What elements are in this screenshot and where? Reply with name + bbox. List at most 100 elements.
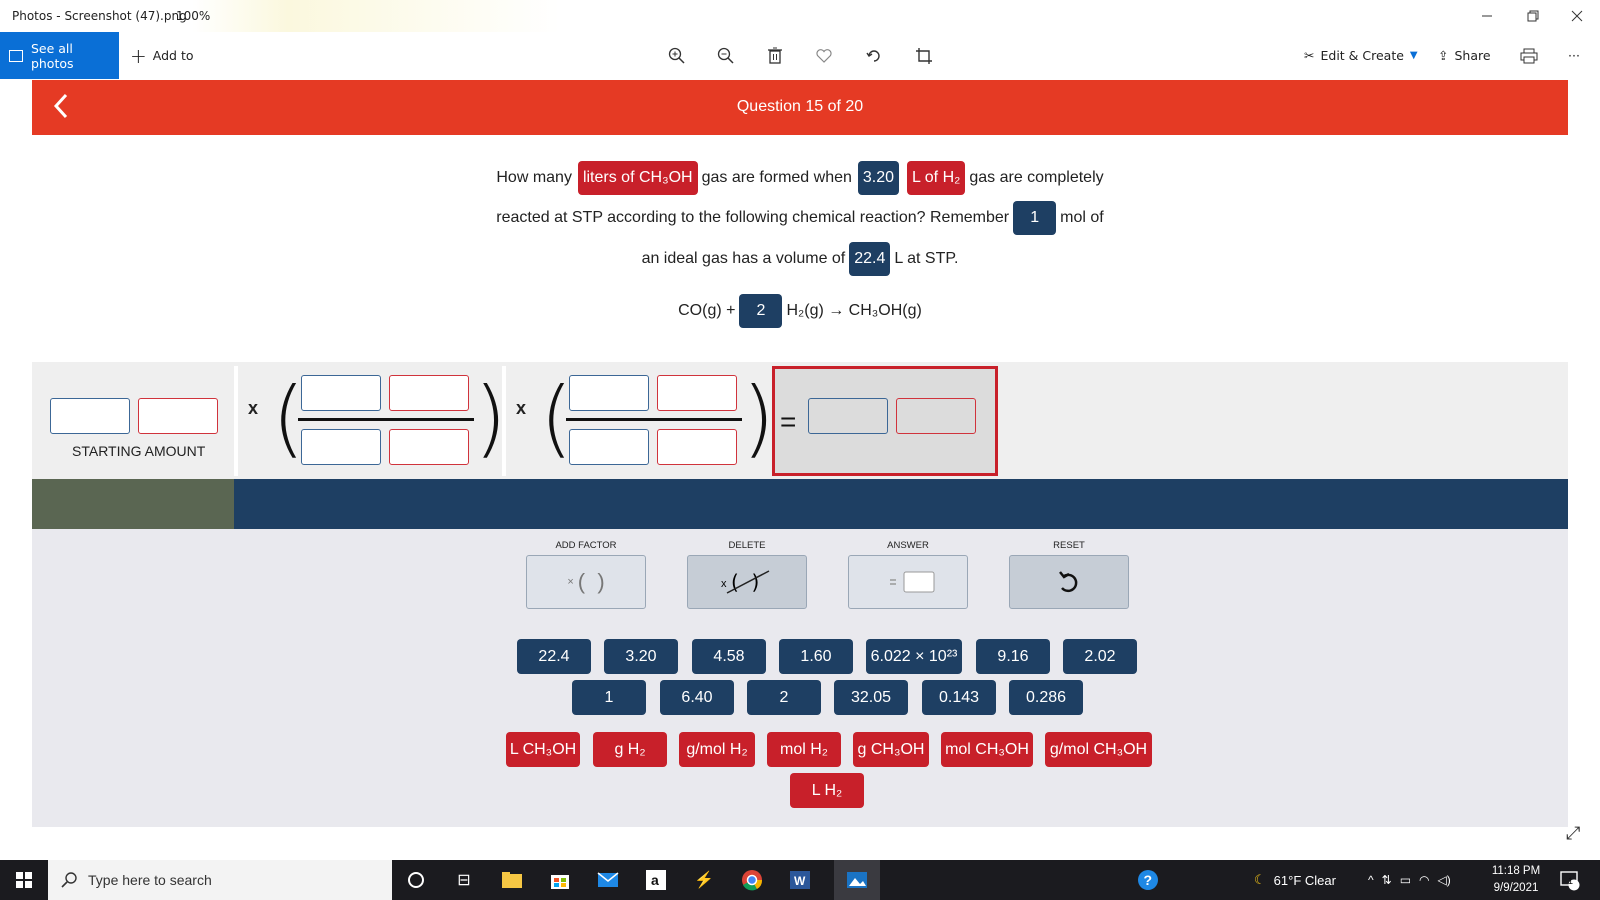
weather-text: 61°F Clear xyxy=(1273,872,1336,888)
number-tile[interactable]: 2.02 xyxy=(1063,639,1137,674)
factor2-denominator-value[interactable] xyxy=(569,429,649,465)
unit-tile[interactable]: L CH₃OH xyxy=(506,732,580,767)
number-tile[interactable]: 1.60 xyxy=(779,639,853,674)
svg-text:W: W xyxy=(794,874,806,888)
number-tile[interactable]: 32.05 xyxy=(834,680,908,715)
clock-date: 9/9/2021 xyxy=(1493,882,1539,894)
zoom-in-button[interactable] xyxy=(665,44,689,68)
answer-unit-input[interactable] xyxy=(896,398,976,434)
unit-tile[interactable]: g CH₃OH xyxy=(853,732,929,767)
weather-widget[interactable]: ☾ 61°F Clear xyxy=(1254,860,1336,900)
factor2-numerator-unit[interactable] xyxy=(657,375,737,411)
see-all-photos-button[interactable]: See all photos xyxy=(0,32,119,79)
reaction-equation: CO(g) + 2 H₂(g) → CH₃OH(g) xyxy=(0,294,1600,328)
divider xyxy=(234,366,238,476)
divider xyxy=(502,366,506,476)
close-icon xyxy=(1571,10,1583,22)
volume-icon: ◁) xyxy=(1437,873,1451,887)
starting-value-input[interactable] xyxy=(50,398,130,434)
number-tile[interactable]: 3.20 xyxy=(604,639,678,674)
answer-button[interactable] xyxy=(848,555,968,609)
photos-icon xyxy=(847,872,867,888)
clock[interactable]: 11:18 PM 9/9/2021 xyxy=(1488,860,1544,900)
share-icon: ⇪ xyxy=(1438,48,1449,63)
crop-button[interactable] xyxy=(912,44,936,68)
add-factor-button[interactable]: ×( ) xyxy=(526,555,646,609)
add-to-button[interactable]: + Add to xyxy=(130,32,194,79)
help-app[interactable]: ? xyxy=(1134,866,1162,894)
factor1-denominator-value[interactable] xyxy=(301,429,381,465)
tray-apps-icon: ⇅ xyxy=(1381,873,1392,887)
question-line-2: reacted at STP according to the followin… xyxy=(0,201,1600,235)
share-button[interactable]: ⇪ Share xyxy=(1438,32,1491,79)
unit-tile[interactable]: g H₂ xyxy=(593,732,667,767)
reaction-text: CO(g) + xyxy=(678,302,736,319)
starting-unit-input[interactable] xyxy=(138,398,218,434)
notifications-button[interactable]: 1 xyxy=(1556,866,1584,894)
more-options-button[interactable]: ··· xyxy=(1568,32,1580,79)
number-tile[interactable]: 0.143 xyxy=(922,680,996,715)
unit-tile[interactable]: mol H₂ xyxy=(767,732,841,767)
file-explorer-app[interactable] xyxy=(498,866,526,894)
number-tile[interactable]: 1 xyxy=(572,680,646,715)
print-icon xyxy=(1520,48,1538,63)
cortana-button[interactable] xyxy=(402,866,430,894)
zoom-out-button[interactable] xyxy=(714,44,738,68)
question-text: reacted at STP according to the followin… xyxy=(496,209,1010,226)
battery-icon: ▭ xyxy=(1399,873,1412,887)
unit-tile[interactable]: L H₂ xyxy=(790,773,864,808)
factor1-numerator-unit[interactable] xyxy=(389,375,469,411)
answer-value-input[interactable] xyxy=(808,398,888,434)
edit-create-button[interactable]: ✂ Edit & Create ▼ xyxy=(1304,32,1418,79)
app-bolt[interactable]: ⚡ xyxy=(690,866,718,894)
number-tile[interactable]: 9.16 xyxy=(976,639,1050,674)
crop-icon xyxy=(916,48,932,64)
factor1-denominator-unit[interactable] xyxy=(389,429,469,465)
rotate-button[interactable] xyxy=(862,44,886,68)
factor2-numerator-value[interactable] xyxy=(569,375,649,411)
expand-icon[interactable]: ⤢ xyxy=(1566,823,1580,844)
search-icon xyxy=(61,872,77,888)
print-button[interactable] xyxy=(1520,32,1538,79)
taskbar-search-box[interactable]: Type here to search xyxy=(48,860,392,900)
controls-panel: ADD FACTOR ×( ) DELETE x( ) ANSWER RESET… xyxy=(32,529,1580,843)
number-tile[interactable]: 2 xyxy=(747,680,821,715)
number-tile[interactable]: 22.4 xyxy=(517,639,591,674)
delete-photo-button[interactable] xyxy=(763,44,787,68)
system-tray[interactable]: ^ ⇅ ▭ ◠ ◁) xyxy=(1368,860,1451,900)
task-view-button[interactable]: ⊟ xyxy=(450,866,478,894)
delete-button[interactable]: x ( ) xyxy=(687,555,807,609)
unit-tile[interactable]: g/mol CH₃OH xyxy=(1045,732,1152,767)
start-button[interactable] xyxy=(10,866,38,894)
unit-tile[interactable]: g/mol H₂ xyxy=(679,732,755,767)
dimensional-analysis-workarea: STARTING AMOUNT x ( ) x ( ) = xyxy=(32,362,1568,479)
number-tile[interactable]: 4.58 xyxy=(692,639,766,674)
factor2-denominator-unit[interactable] xyxy=(657,429,737,465)
chrome-app[interactable] xyxy=(738,866,766,894)
question-text: gas are formed when xyxy=(701,169,852,186)
store-app[interactable] xyxy=(546,866,574,894)
factor1-numerator-value[interactable] xyxy=(301,375,381,411)
question-counter: Question 15 of 20 xyxy=(736,98,864,115)
photos-app-active[interactable] xyxy=(834,860,880,900)
number-tile[interactable]: 6.022 × 10²³ xyxy=(866,639,962,674)
task-view-icon: ⊟ xyxy=(457,872,471,889)
restore-button[interactable] xyxy=(1510,0,1556,32)
close-button[interactable] xyxy=(1554,0,1600,32)
mail-icon xyxy=(597,872,619,887)
help-icon: ? xyxy=(1138,870,1158,890)
reset-button[interactable] xyxy=(1009,555,1129,609)
unit-tile[interactable]: mol CH₃OH xyxy=(941,732,1033,767)
number-tile[interactable]: 6.40 xyxy=(660,680,734,715)
number-tile[interactable]: 0.286 xyxy=(1009,680,1083,715)
edit-create-icon: ✂ xyxy=(1304,48,1315,63)
trash-icon xyxy=(768,47,782,64)
favorite-button[interactable] xyxy=(812,44,836,68)
see-all-label: See all photos xyxy=(30,40,74,71)
word-app[interactable]: W xyxy=(786,866,814,894)
minimize-button[interactable] xyxy=(1464,0,1510,32)
window-title: Photos - Screenshot (47).png xyxy=(12,9,187,23)
mail-app[interactable] xyxy=(594,866,622,894)
amazon-app[interactable]: a xyxy=(642,866,670,894)
amazon-icon: a xyxy=(646,870,666,890)
